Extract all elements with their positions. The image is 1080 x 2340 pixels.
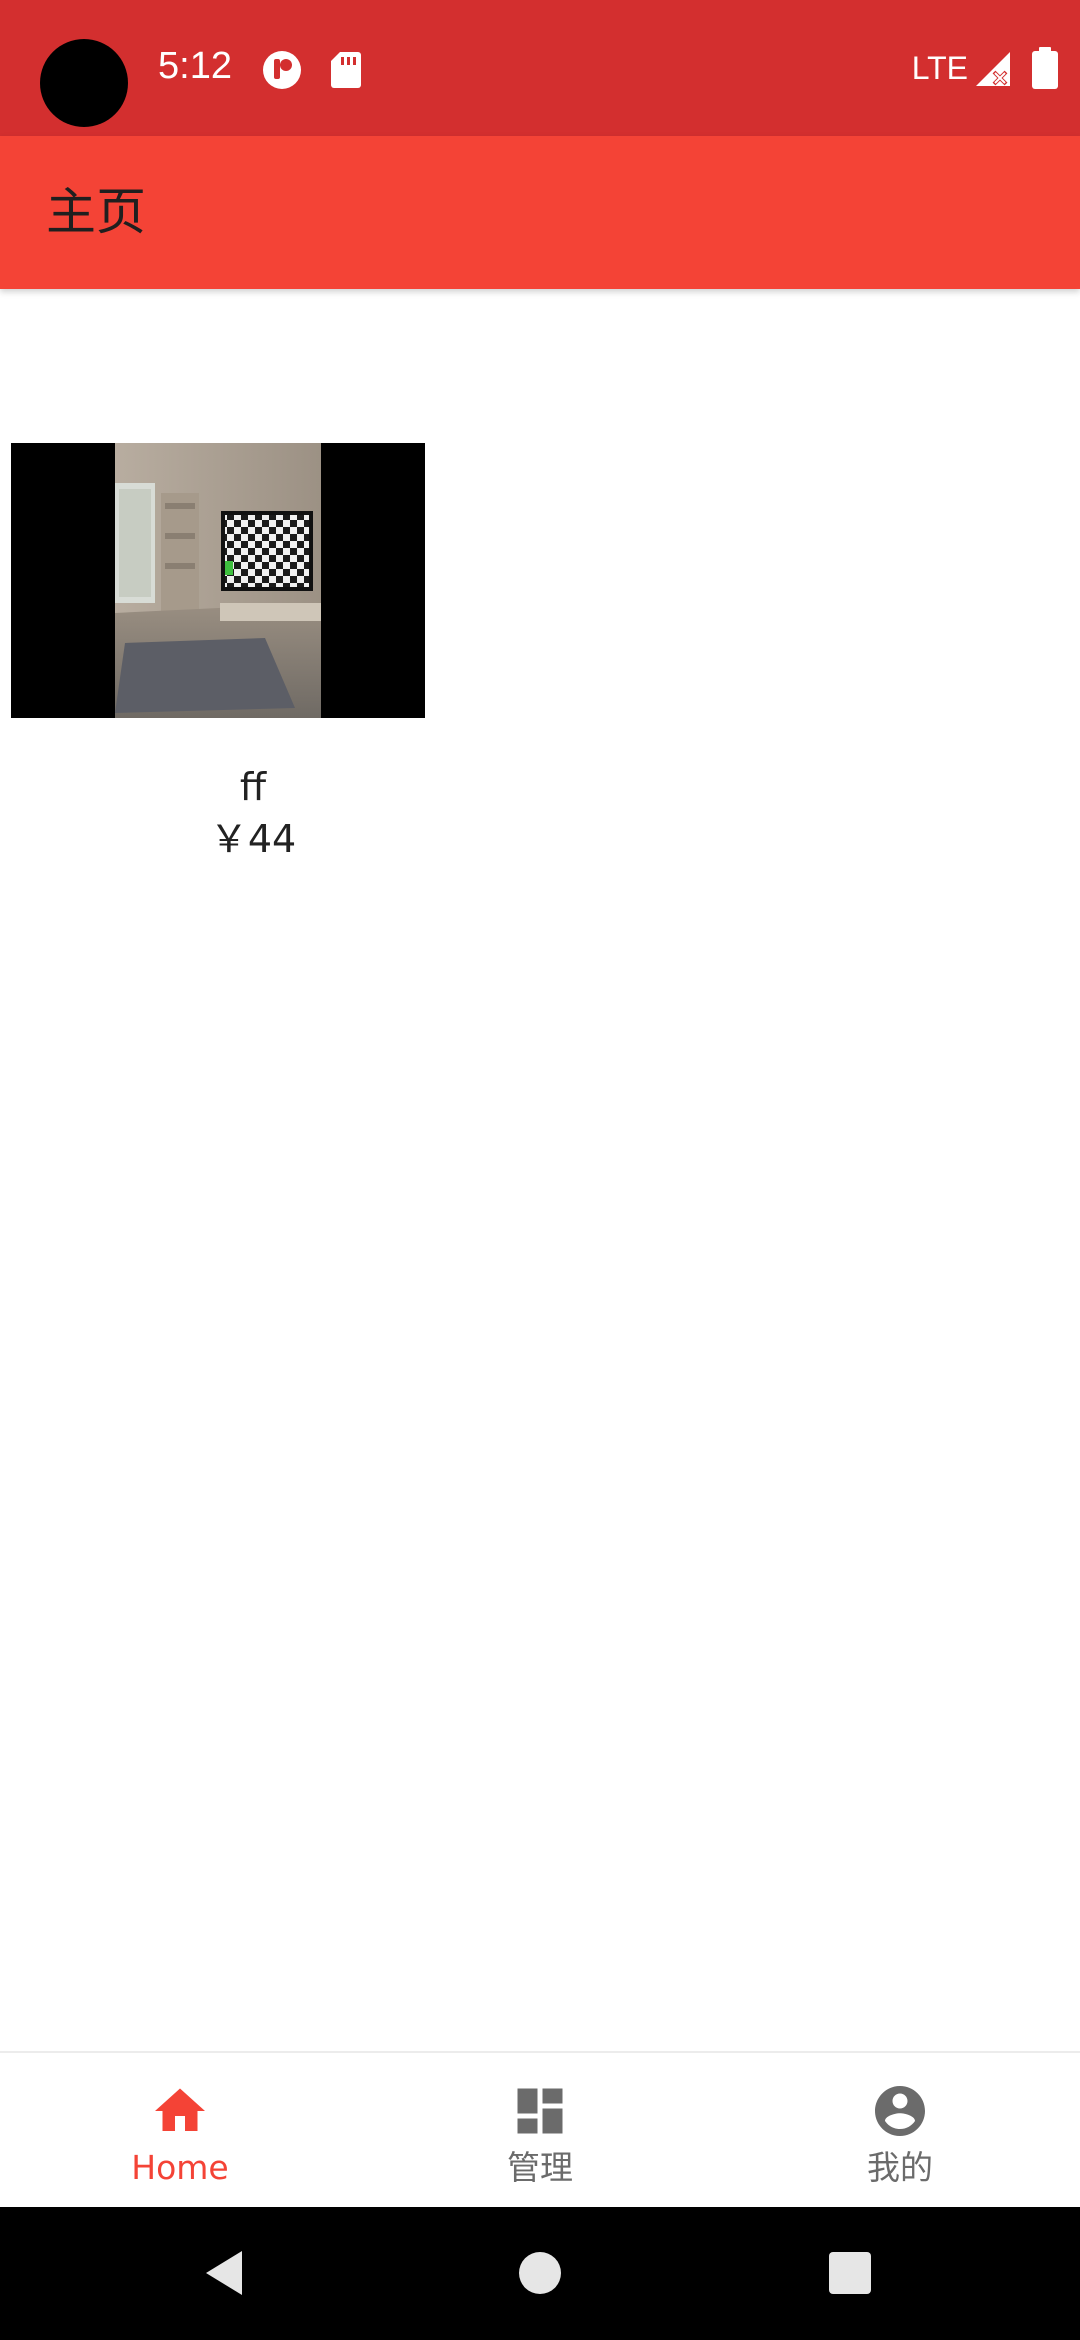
status-bar: 5:12 LTE (0, 0, 1080, 136)
nav-item-mine[interactable]: 我的 (720, 2053, 1080, 2209)
product-card[interactable]: ff ￥44 (11, 443, 425, 883)
camera-cutout (40, 39, 128, 127)
living-room-tv-photo (115, 443, 321, 718)
sd-card-icon (331, 52, 361, 88)
battery-icon (1032, 47, 1058, 89)
nav-item-home[interactable]: Home (0, 2053, 360, 2209)
recents-icon[interactable] (820, 2243, 880, 2303)
nav-item-manage[interactable]: 管理 (360, 2053, 720, 2209)
home-icon (155, 2088, 205, 2131)
app-toolbar: 主页 (0, 136, 1080, 289)
back-icon[interactable] (196, 2243, 256, 2303)
product-name: ff (239, 765, 267, 809)
network-type: LTE (911, 49, 968, 86)
account-circle-icon (875, 2086, 925, 2136)
status-right: LTE (912, 44, 1062, 92)
nav-label-manage: 管理 (507, 2148, 573, 2187)
app-screen: 5:12 LTE 主页 ff ￥44 Home 管理 我的 (0, 0, 1080, 2340)
product-image[interactable] (11, 443, 425, 718)
nav-label-home: Home (131, 2148, 229, 2187)
notification-app-icon (263, 51, 301, 89)
home-circle-icon[interactable] (510, 2243, 570, 2303)
bottom-navigation: Home 管理 我的 (0, 2051, 1080, 2209)
system-navigation-bar (0, 2207, 1080, 2340)
signal-no-data-icon (976, 52, 1010, 86)
nav-label-mine: 我的 (867, 2148, 933, 2187)
dashboard-icon (517, 2088, 563, 2134)
product-price: ￥44 (209, 817, 297, 861)
page-title: 主页 (46, 183, 146, 241)
status-time: 5:12 (158, 45, 232, 87)
